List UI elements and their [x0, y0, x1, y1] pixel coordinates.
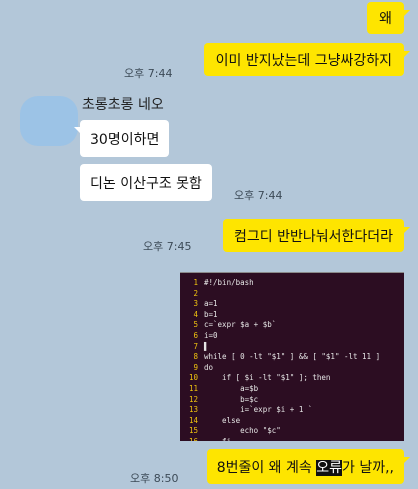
code-lines: 1 #!/bin/bash 2 3 a=1 4 b=1 5 c=`expr $a + $b` 6 i… — [180, 273, 404, 441]
code-text: ▌ — [204, 341, 209, 351]
code-line: 13 i=`expr $i + 1 ` — [180, 405, 404, 416]
message-time: 오후 7:44 — [124, 67, 173, 80]
message-text: 디논 이산구조 못함 — [90, 175, 202, 192]
message-time: 오후 8:50 — [130, 472, 179, 485]
highlighted-word: 오류 — [316, 459, 342, 476]
line-number: 8 — [193, 352, 198, 362]
line-number: 16 — [180, 437, 198, 441]
bubble-tail — [403, 227, 410, 234]
message-time: 오후 7:45 — [143, 240, 192, 253]
code-text: echo "$c" — [204, 426, 281, 436]
code-line: 10 if [ $i -lt "$1" ]; then — [180, 373, 404, 384]
line-number: 1 — [193, 278, 198, 287]
code-line: 1 #!/bin/bash — [180, 278, 404, 289]
code-text: fi — [204, 437, 231, 441]
my-message-bubble[interactable]: 이미 반지났는데 그냥싸강하지 — [203, 43, 404, 76]
code-text: b=1 — [204, 309, 218, 319]
sender-name: 초롱초롱 네오 — [82, 97, 164, 113]
code-text: i=`expr $i + 1 ` — [204, 405, 313, 415]
code-line: 16 fi — [180, 437, 404, 441]
message-text: 30명이하면 — [90, 131, 160, 148]
message-text-part: 8번줄이 왜 계속 — [216, 459, 317, 476]
code-line: 7 ▌ — [180, 342, 404, 353]
code-screenshot-image[interactable]: 1 #!/bin/bash 2 3 a=1 4 b=1 5 c=`expr $a + $b` 6 i… — [180, 272, 404, 441]
line-number: 4 — [193, 309, 198, 319]
code-line: 9 do — [180, 363, 404, 374]
line-number: 10 — [188, 373, 198, 383]
code-line: 11 a=$b — [180, 384, 404, 395]
code-line: 15 echo "$c" — [180, 426, 404, 437]
message-text-part: 가 날까,, — [342, 459, 394, 476]
code-line: 12 b=$c — [180, 395, 404, 406]
code-line: 5 c=`expr $a + $b` — [180, 320, 404, 331]
code-line: 14 else — [180, 416, 404, 427]
my-message-bubble[interactable]: 왜 — [367, 2, 404, 34]
code-text: b=$c — [204, 394, 259, 404]
code-line: 2 — [180, 289, 404, 300]
code-line: 6 i=0 — [180, 331, 404, 342]
message-text: 이미 반지났는데 그냥싸강하지 — [215, 52, 392, 69]
their-message-bubble[interactable]: 디논 이산구조 못함 — [80, 164, 212, 201]
my-message-bubble[interactable]: 컴그디 반반나눠서한다더라 — [222, 219, 404, 252]
bubble-tail — [403, 457, 410, 464]
message-text: 컴그디 반반나눠서한다더라 — [233, 228, 393, 245]
line-number: 3 — [193, 299, 198, 309]
line-number: 14 — [188, 415, 198, 425]
code-line: 3 a=1 — [180, 299, 404, 310]
my-message-bubble[interactable]: 8번줄이 왜 계속 오류가 날까,, — [206, 449, 404, 484]
line-number: 15 — [188, 426, 198, 436]
avatar[interactable] — [20, 96, 78, 146]
line-number: 11 — [188, 383, 198, 393]
line-number: 7 — [193, 341, 198, 351]
line-number: 12 — [188, 394, 198, 404]
bubble-tail — [403, 10, 410, 17]
code-text: #!/bin/bash — [204, 278, 254, 287]
code-text: a=1 — [204, 299, 218, 309]
bubble-tail — [403, 51, 410, 58]
code-text: if [ $i -lt "$1" ]; then — [204, 373, 331, 383]
code-text: i=0 — [204, 330, 218, 340]
line-number: 13 — [188, 405, 198, 415]
their-message-bubble[interactable]: 30명이하면 — [80, 120, 170, 157]
code-text: a=$b — [204, 383, 259, 393]
code-text: do — [204, 362, 214, 372]
code-line: 4 b=1 — [180, 310, 404, 321]
message-text: 왜 — [379, 11, 392, 27]
code-text: else — [204, 415, 241, 425]
message-text: 8번줄이 왜 계속 오류가 날까,, — [217, 457, 394, 477]
line-number: 9 — [193, 362, 198, 372]
line-number: 2 — [193, 288, 198, 298]
line-number: 6 — [193, 330, 198, 340]
code-line: 8 while [ 0 -lt "$1" ] && [ "$1" -lt 11 ] — [180, 352, 404, 363]
line-number: 5 — [193, 320, 198, 330]
bubble-tail — [74, 127, 81, 134]
code-text: while [ 0 -lt "$1" ] && [ "$1" -lt 11 ] — [204, 352, 381, 362]
message-time: 오후 7:44 — [234, 189, 283, 202]
code-text: c=`expr $a + $b` — [204, 320, 277, 330]
